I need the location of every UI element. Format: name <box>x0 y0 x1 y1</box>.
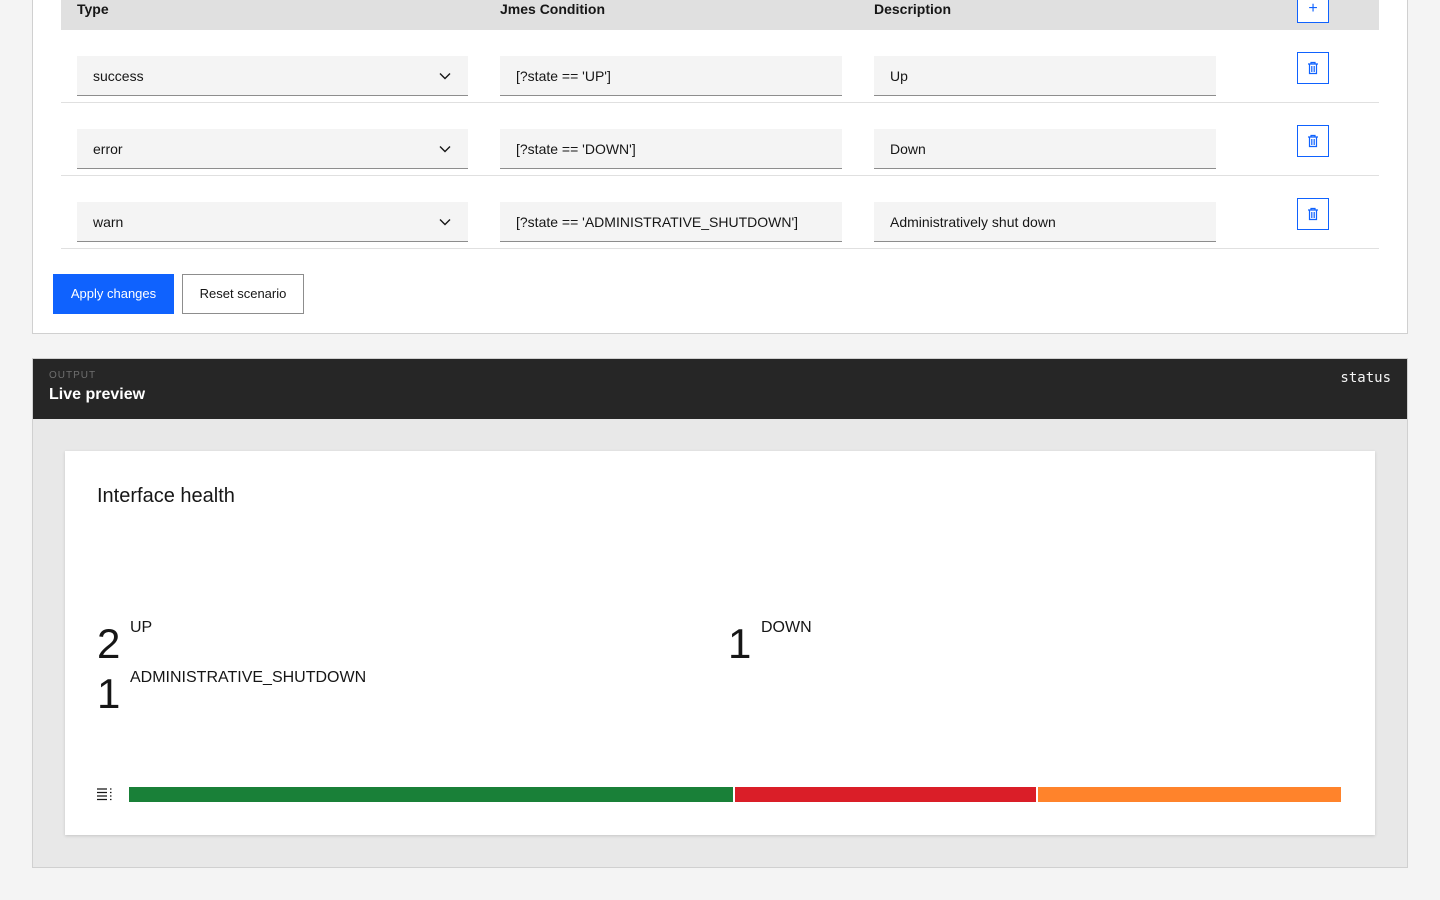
table-row: success <box>61 30 1379 103</box>
chevron-down-icon <box>439 146 451 153</box>
distribution-segment-administrative-shutdown[interactable] <box>1038 787 1341 802</box>
card-title: Interface health <box>97 485 235 507</box>
description-input[interactable] <box>874 129 1216 169</box>
chevron-down-icon <box>439 73 451 80</box>
stat-label: ADMINISTRATIVE_SHUTDOWN <box>130 669 367 686</box>
output-tag: status <box>1340 370 1391 386</box>
add-row-button[interactable]: + <box>1297 0 1329 23</box>
header-condition: Jmes Condition <box>500 1 606 17</box>
condition-input[interactable] <box>500 202 842 242</box>
header-type: Type <box>77 1 109 17</box>
reset-scenario-button[interactable]: Reset scenario <box>182 274 304 314</box>
type-select-value: success <box>93 68 144 84</box>
stat-count: 1 <box>728 620 752 667</box>
trash-icon <box>1308 61 1318 75</box>
description-input[interactable] <box>874 202 1216 242</box>
stat-count: 2 <box>97 620 121 667</box>
table-header: Type Jmes Condition Description + <box>61 0 1379 30</box>
stat-label: DOWN <box>761 619 812 636</box>
description-input[interactable] <box>874 56 1216 96</box>
delete-row-button[interactable] <box>1297 198 1329 230</box>
plus-icon: + <box>1308 0 1318 17</box>
condition-input[interactable] <box>500 129 842 169</box>
table-row: warn <box>61 176 1379 249</box>
delete-row-button[interactable] <box>1297 52 1329 84</box>
condition-input[interactable] <box>500 56 842 96</box>
output-title: Live preview <box>49 386 146 403</box>
distribution-segment-down[interactable] <box>735 787 1036 802</box>
type-select-value: warn <box>93 214 124 230</box>
stat-count: 1 <box>97 670 121 717</box>
delete-row-button[interactable] <box>1297 125 1329 157</box>
type-select[interactable]: error <box>77 129 468 169</box>
output-eyebrow: OUTPUT <box>49 370 97 381</box>
scenario-editor-panel: Type Jmes Condition Description + succes… <box>32 0 1408 334</box>
table-row: error <box>61 103 1379 176</box>
trash-icon <box>1308 207 1318 221</box>
output-header: OUTPUT Live preview status <box>33 359 1407 419</box>
apply-changes-button[interactable]: Apply changes <box>53 274 174 314</box>
output-panel: OUTPUT Live preview status Interface hea… <box>32 358 1408 868</box>
stat-label: UP <box>130 619 153 636</box>
type-select[interactable]: success <box>77 56 468 96</box>
chevron-down-icon <box>439 219 451 226</box>
header-description: Description <box>874 1 952 17</box>
list-icon[interactable] <box>97 787 114 802</box>
trash-icon <box>1308 134 1318 148</box>
type-select[interactable]: warn <box>77 202 468 242</box>
distribution-segment-up[interactable] <box>129 787 733 802</box>
status-widget-card: Interface health 2 UP 1 DOWN 1 ADMINISTR… <box>65 451 1375 835</box>
type-select-value: error <box>93 141 123 157</box>
